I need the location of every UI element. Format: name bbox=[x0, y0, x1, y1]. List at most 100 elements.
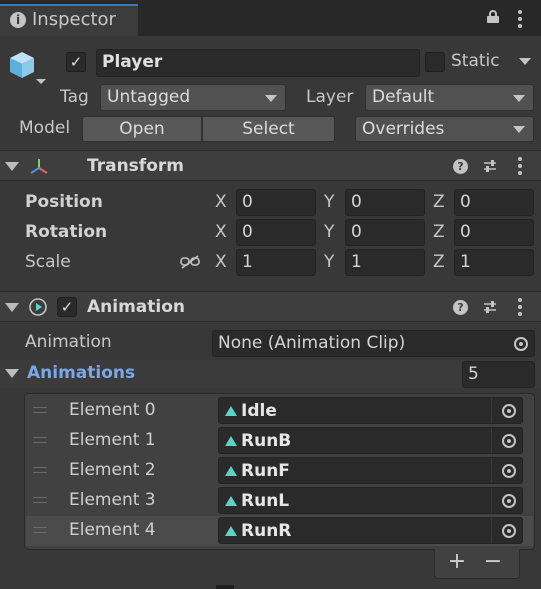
animation-clip-icon bbox=[225, 496, 237, 506]
lock-icon[interactable] bbox=[486, 10, 500, 23]
transform-header[interactable]: Transform ? bbox=[0, 150, 541, 181]
list-item: Element 2 RunF bbox=[26, 456, 533, 486]
rotation-y-field[interactable]: 0 bbox=[345, 219, 425, 246]
element-label: Element 1 bbox=[69, 430, 156, 450]
element-clip-field[interactable]: RunL bbox=[218, 487, 523, 514]
position-z-field[interactable]: 0 bbox=[454, 189, 534, 216]
list-item: Element 3 RunL bbox=[26, 486, 533, 516]
element-clip-field[interactable]: Idle bbox=[218, 397, 523, 424]
add-element-button[interactable]: + bbox=[447, 549, 467, 574]
object-picker-icon[interactable] bbox=[502, 494, 516, 508]
animation-clip-value: None (Animation Clip) bbox=[218, 333, 406, 353]
layer-value: Default bbox=[372, 87, 435, 107]
chevron-down-icon bbox=[265, 95, 277, 102]
element-label: Element 3 bbox=[69, 490, 156, 510]
animation-clip-field[interactable]: None (Animation Clip) bbox=[212, 330, 535, 357]
rotation-y-axis: Y bbox=[324, 222, 335, 242]
element-label: Element 2 bbox=[69, 460, 156, 480]
remove-element-button[interactable]: − bbox=[483, 549, 503, 574]
scale-x-field[interactable]: 1 bbox=[236, 249, 316, 276]
animations-size-field[interactable]: 5 bbox=[462, 361, 535, 388]
element-value: RunF bbox=[241, 461, 290, 481]
element-value: RunL bbox=[241, 491, 290, 511]
element-value: RunR bbox=[241, 521, 292, 541]
object-picker-icon[interactable] bbox=[502, 404, 516, 418]
overrides-label: Overrides bbox=[362, 119, 445, 139]
position-y-field[interactable]: 0 bbox=[345, 189, 425, 216]
chevron-down-icon bbox=[513, 95, 525, 102]
rotation-x-axis: X bbox=[215, 222, 227, 242]
rotation-label: Rotation bbox=[25, 222, 108, 242]
tab-inspector[interactable]: i Inspector bbox=[0, 4, 138, 36]
model-select-button[interactable]: Select bbox=[202, 116, 335, 142]
scale-z-field[interactable]: 1 bbox=[454, 249, 534, 276]
animation-enabled-checkbox[interactable]: ✓ bbox=[57, 297, 77, 317]
help-icon[interactable]: ? bbox=[453, 159, 468, 174]
list-item: Element 1 RunB bbox=[26, 426, 533, 456]
scale-y-field[interactable]: 1 bbox=[345, 249, 425, 276]
position-x-axis: X bbox=[215, 192, 227, 212]
animation-header[interactable]: ✓ Animation ? bbox=[0, 291, 541, 322]
rotation-x-field[interactable]: 0 bbox=[236, 219, 316, 246]
position-z-axis: Z bbox=[433, 192, 445, 212]
tab-bar: i Inspector bbox=[0, 0, 541, 36]
drag-handle-icon[interactable] bbox=[33, 407, 47, 413]
animation-clip-icon bbox=[225, 436, 237, 446]
chevron-down-icon bbox=[513, 126, 525, 133]
static-checkbox[interactable] bbox=[425, 52, 445, 72]
position-x-field[interactable]: 0 bbox=[236, 189, 316, 216]
animation-clip-label: Animation bbox=[25, 332, 112, 352]
active-checkbox[interactable]: ✓ bbox=[66, 52, 86, 72]
drag-handle-icon[interactable] bbox=[33, 527, 47, 533]
element-clip-field[interactable]: RunR bbox=[218, 517, 523, 544]
presets-icon[interactable] bbox=[482, 158, 498, 174]
model-label: Model bbox=[19, 118, 71, 138]
layer-dropdown[interactable]: Default bbox=[365, 84, 534, 111]
object-picker-icon[interactable] bbox=[502, 464, 516, 478]
field-separator bbox=[491, 518, 492, 543]
tab-menu-icon[interactable] bbox=[518, 10, 522, 31]
tag-dropdown[interactable]: Untagged bbox=[100, 84, 286, 111]
foldout-arrow-icon[interactable] bbox=[5, 162, 19, 171]
element-label: Element 4 bbox=[69, 520, 156, 540]
position-label: Position bbox=[25, 192, 103, 212]
object-picker-icon[interactable] bbox=[514, 337, 528, 351]
drag-handle-icon[interactable] bbox=[33, 497, 47, 503]
foldout-arrow-icon[interactable] bbox=[5, 303, 19, 312]
component-menu-icon[interactable] bbox=[518, 298, 522, 319]
drag-handle-icon[interactable] bbox=[33, 467, 47, 473]
scale-y-axis: Y bbox=[324, 252, 335, 272]
animation-title: Animation bbox=[87, 297, 186, 317]
animations-foldout-icon[interactable] bbox=[5, 369, 19, 378]
object-picker-icon[interactable] bbox=[502, 434, 516, 448]
drag-handle-icon[interactable] bbox=[33, 437, 47, 443]
link-scale-icon[interactable] bbox=[180, 255, 200, 269]
static-dropdown-arrow[interactable] bbox=[519, 58, 531, 65]
element-value: RunB bbox=[241, 431, 292, 451]
animation-component-icon bbox=[29, 298, 47, 316]
help-icon[interactable]: ? bbox=[453, 300, 468, 315]
gameobject-cube-icon[interactable] bbox=[6, 48, 46, 88]
animation-clip-icon bbox=[225, 406, 237, 416]
component-menu-icon[interactable] bbox=[518, 157, 522, 178]
transform-title: Transform bbox=[87, 156, 184, 176]
animations-label[interactable]: Animations bbox=[27, 363, 135, 383]
field-separator bbox=[491, 398, 492, 423]
static-label: Static bbox=[451, 51, 500, 71]
animation-clip-icon bbox=[225, 526, 237, 536]
model-open-button[interactable]: Open bbox=[82, 116, 202, 142]
layer-label: Layer bbox=[306, 87, 354, 107]
rotation-z-field[interactable]: 0 bbox=[454, 219, 534, 246]
overrides-dropdown[interactable]: Overrides bbox=[355, 116, 534, 142]
field-separator bbox=[491, 488, 492, 513]
element-clip-field[interactable]: RunB bbox=[218, 427, 523, 454]
element-clip-field[interactable]: RunF bbox=[218, 457, 523, 484]
object-picker-icon[interactable] bbox=[502, 524, 516, 538]
position-y-axis: Y bbox=[324, 192, 335, 212]
transform-icon bbox=[30, 159, 48, 174]
name-field[interactable]: Player bbox=[96, 49, 420, 77]
scale-label: Scale bbox=[25, 252, 71, 272]
presets-icon[interactable] bbox=[482, 299, 498, 315]
tag-label: Tag bbox=[60, 87, 89, 107]
scroll-edge-marker bbox=[216, 585, 234, 589]
